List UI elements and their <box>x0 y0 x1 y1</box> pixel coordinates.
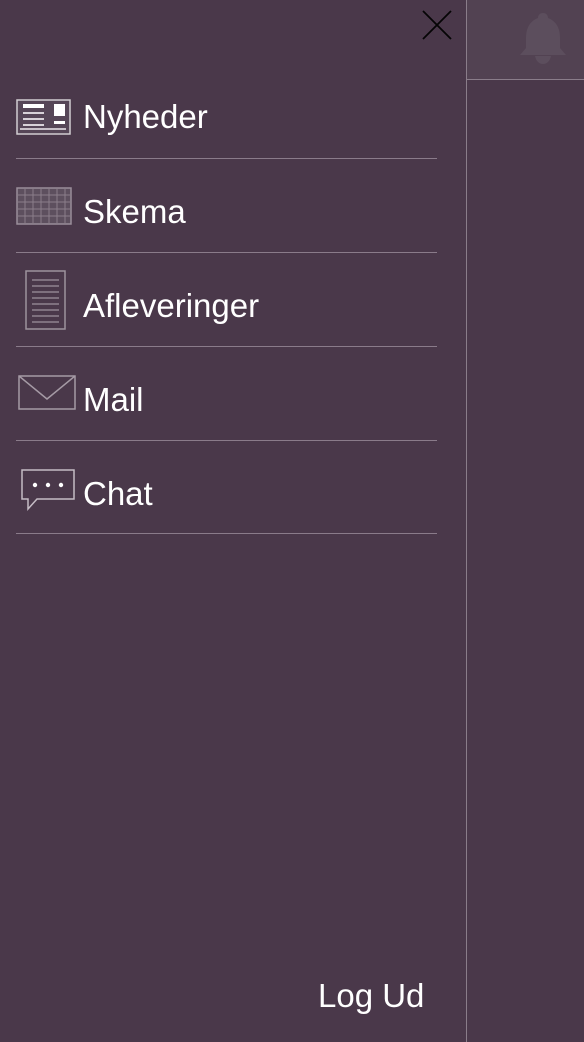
envelope-icon <box>16 347 78 441</box>
close-icon <box>422 10 452 40</box>
menu-label-afleveringer: Afleveringer <box>83 287 260 324</box>
close-drawer-button[interactable] <box>418 6 456 44</box>
menu-item-afleveringer[interactable]: Afleveringer <box>16 253 437 347</box>
menu-item-skema[interactable]: Skema <box>16 159 437 253</box>
bell-icon <box>520 13 566 64</box>
document-icon <box>16 253 78 347</box>
chat-bubble-icon <box>16 441 78 535</box>
menu-item-chat[interactable]: Chat <box>16 441 437 534</box>
notification-button[interactable] <box>515 10 571 65</box>
calendar-icon <box>16 159 78 253</box>
logout-button[interactable]: Log Ud <box>318 976 424 1016</box>
menu-label-nyheder: Nyheder <box>83 98 208 135</box>
app-screen: Nyheder Skema Afleveringer Mail Chat Log… <box>0 0 584 1042</box>
menu-label-skema: Skema <box>83 193 186 230</box>
menu-label-chat: Chat <box>83 475 153 512</box>
main-menu: Nyheder Skema Afleveringer Mail Chat <box>16 64 437 534</box>
navigation-drawer: Nyheder Skema Afleveringer Mail Chat Log… <box>0 0 467 1042</box>
menu-item-nyheder[interactable]: Nyheder <box>16 64 437 159</box>
top-header <box>467 0 584 80</box>
menu-label-mail: Mail <box>83 381 144 418</box>
menu-item-mail[interactable]: Mail <box>16 347 437 441</box>
news-icon <box>16 64 78 158</box>
content-panel <box>467 0 584 1042</box>
